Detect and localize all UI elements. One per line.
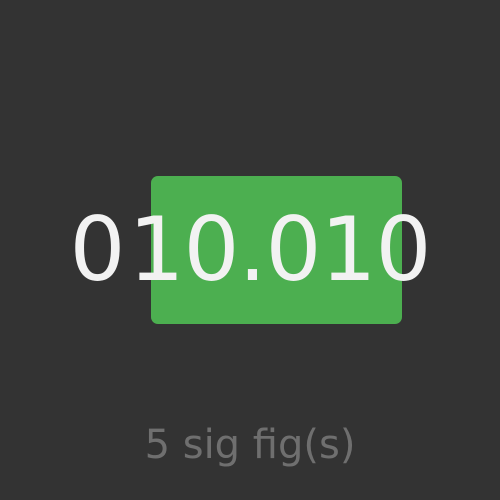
leading-zero-digit: 0	[69, 198, 126, 301]
sig-fig-display: 0 10.010 5 sig fig(s)	[0, 0, 500, 500]
significant-digits: 10.010	[128, 198, 432, 301]
sig-fig-count-label: 5 sig fig(s)	[144, 422, 356, 468]
number-display: 0 10.010	[0, 176, 500, 324]
